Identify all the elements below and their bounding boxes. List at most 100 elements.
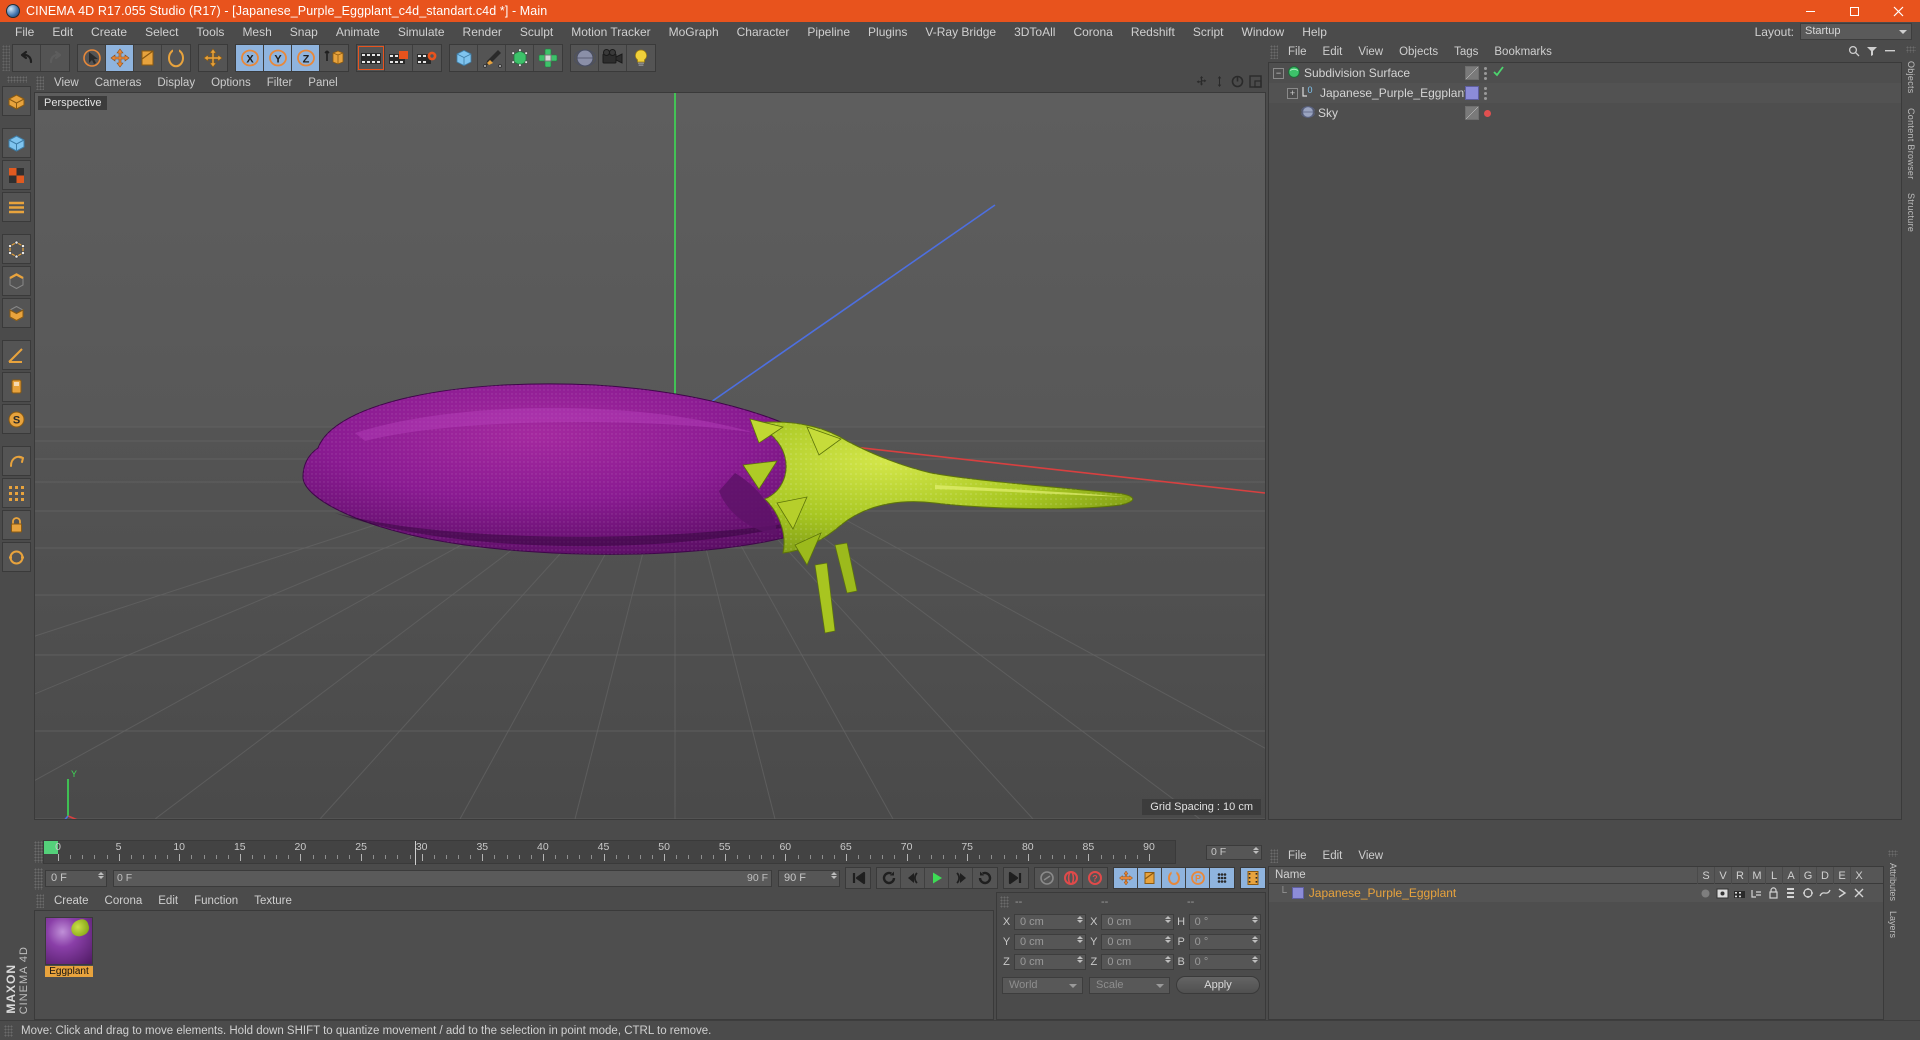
layer-manager-body[interactable]: └ Japanese_Purple_Eggplant — [1268, 884, 1884, 1020]
lm-menu-view[interactable]: View — [1350, 846, 1391, 866]
array-generator-icon[interactable] — [506, 45, 534, 71]
menu-motion-tracker[interactable]: Motion Tracker — [562, 22, 659, 42]
layer-column-a[interactable]: A — [1782, 867, 1799, 885]
coord-input-pos-y[interactable]: 0 cm — [1014, 934, 1087, 950]
lm-menu-file[interactable]: File — [1280, 846, 1315, 866]
spline-pen-icon[interactable] — [478, 45, 506, 71]
viewport-menu-options[interactable]: Options — [203, 74, 259, 92]
stepper-icon[interactable] — [1077, 956, 1084, 963]
timeline-grip[interactable] — [34, 841, 43, 863]
coordinate-system-select[interactable]: World — [1002, 976, 1083, 994]
stepper-icon[interactable] — [1251, 956, 1258, 963]
tree-expander-collapse[interactable]: − — [1273, 67, 1284, 79]
deformer-toggle-icon[interactable] — [1816, 886, 1833, 900]
timeline-current-frame-field[interactable]: 0 F — [1206, 844, 1262, 860]
bottom-right-tab-grip[interactable] — [1888, 850, 1898, 857]
mm-menu-edit[interactable]: Edit — [150, 892, 186, 910]
menu-select[interactable]: Select — [136, 22, 187, 42]
x-axis-icon[interactable]: X — [236, 45, 264, 71]
menu-3dtoall[interactable]: 3DToAll — [1005, 22, 1064, 42]
stepper-icon[interactable] — [1077, 916, 1084, 923]
coord-input-rot-b[interactable]: 0 ° — [1188, 954, 1261, 970]
coord-input-size-z[interactable]: 0 cm — [1101, 954, 1174, 970]
layer-column-x[interactable]: X — [1850, 867, 1867, 885]
mm-menu-create[interactable]: Create — [46, 892, 97, 910]
stepper-icon[interactable] — [1164, 916, 1171, 923]
apply-button[interactable]: Apply — [1176, 976, 1260, 994]
timeline-playhead[interactable] — [415, 841, 416, 865]
end-frame-field[interactable]: 90 F — [778, 869, 840, 887]
redo-icon[interactable] — [41, 45, 69, 71]
transport-grip[interactable] — [34, 867, 43, 890]
layer-column-s[interactable]: S — [1697, 867, 1714, 885]
autokeying-icon[interactable] — [1059, 868, 1083, 888]
layer-column-g[interactable]: G — [1799, 867, 1816, 885]
texture-tag-icon[interactable] — [1465, 106, 1479, 120]
axis-modify-icon[interactable] — [2, 446, 31, 476]
menu-sculpt[interactable]: Sculpt — [511, 22, 562, 42]
deformer-icon[interactable] — [534, 45, 562, 71]
go-to-end-icon[interactable] — [1004, 868, 1028, 888]
om-menu-edit[interactable]: Edit — [1315, 42, 1351, 62]
viewport-menu-panel[interactable]: Panel — [300, 74, 345, 92]
coord-input-size-x[interactable]: 0 cm — [1101, 914, 1174, 930]
coordinates-grip[interactable] — [1000, 896, 1009, 908]
previous-frame-icon[interactable] — [901, 868, 925, 888]
coord-input-pos-x[interactable]: 0 cm — [1014, 914, 1087, 930]
material-item-eggplant[interactable]: Eggplant — [45, 917, 93, 977]
menu-help[interactable]: Help — [1293, 22, 1336, 42]
object-dots-handle[interactable] — [1484, 66, 1487, 80]
dolly-viewport-icon[interactable] — [1213, 75, 1226, 91]
parameter-key-icon[interactable]: P — [1186, 868, 1210, 888]
menu-tools[interactable]: Tools — [187, 22, 233, 42]
camera-icon[interactable] — [599, 45, 627, 71]
coord-input-size-y[interactable]: 0 cm — [1101, 934, 1174, 950]
object-dots-handle[interactable] — [1484, 86, 1487, 100]
layer-manager-grip[interactable] — [1270, 849, 1278, 863]
render-to-picture-viewer-icon[interactable] — [385, 45, 413, 71]
render-view-icon[interactable] — [357, 45, 385, 71]
layer-column-d[interactable]: D — [1816, 867, 1833, 885]
pan-viewport-icon[interactable] — [1195, 75, 1208, 91]
edge-mode-icon[interactable] — [2, 266, 31, 296]
viewport-menu-view[interactable]: View — [46, 74, 87, 92]
material-tag-icon[interactable] — [1465, 86, 1479, 100]
point-level-animation-icon[interactable] — [1210, 868, 1234, 888]
keyframe-selection-icon[interactable]: ? — [1083, 868, 1107, 888]
menu-edit[interactable]: Edit — [43, 22, 82, 42]
viewport-solo-icon[interactable] — [2, 478, 31, 508]
disabled-dot-icon[interactable] — [1484, 109, 1491, 117]
stepper-icon[interactable] — [1251, 916, 1258, 923]
orbit-viewport-icon[interactable] — [1231, 75, 1244, 91]
world-object-axis-icon[interactable] — [320, 45, 348, 71]
coordinate-mode-select[interactable]: Scale — [1089, 976, 1170, 994]
move-tool-icon[interactable] — [106, 45, 134, 71]
layer-column-r[interactable]: R — [1731, 867, 1748, 885]
om-menu-tags[interactable]: Tags — [1446, 42, 1486, 62]
solo-dot-icon[interactable] — [1697, 886, 1714, 900]
object-manager-grip[interactable] — [1270, 45, 1278, 59]
menu-window[interactable]: Window — [1233, 22, 1294, 42]
uv-mode-icon[interactable] — [2, 192, 31, 222]
perspective-viewport[interactable]: Perspective Y Grid Spacing: 10 cm — [34, 92, 1266, 820]
lock-axis-icon[interactable] — [2, 510, 31, 540]
snap-icon[interactable]: S — [2, 404, 31, 434]
selection-tool-icon[interactable] — [78, 45, 106, 71]
previous-keyframe-icon[interactable] — [877, 868, 901, 888]
coord-input-rot-h[interactable]: 0 ° — [1188, 914, 1261, 930]
stepper-icon[interactable] — [831, 871, 837, 879]
menu-file[interactable]: File — [6, 22, 43, 42]
coord-input-rot-p[interactable]: 0 ° — [1188, 934, 1261, 950]
workplane-icon[interactable] — [2, 372, 31, 402]
stepper-icon[interactable] — [1164, 936, 1171, 943]
layout-select[interactable]: Startup — [1800, 23, 1912, 40]
menu-redshift[interactable]: Redshift — [1122, 22, 1184, 42]
layer-column-v[interactable]: V — [1714, 867, 1731, 885]
om-menu-view[interactable]: View — [1350, 42, 1391, 62]
stepper-icon[interactable] — [1077, 936, 1084, 943]
filter-icon[interactable] — [1866, 45, 1878, 60]
right-tab-content-browser[interactable]: Content Browser — [1906, 102, 1916, 186]
toolbar-grip[interactable] — [2, 45, 10, 71]
polygon-mode-icon[interactable] — [2, 298, 31, 328]
y-axis-icon[interactable]: Y — [264, 45, 292, 71]
